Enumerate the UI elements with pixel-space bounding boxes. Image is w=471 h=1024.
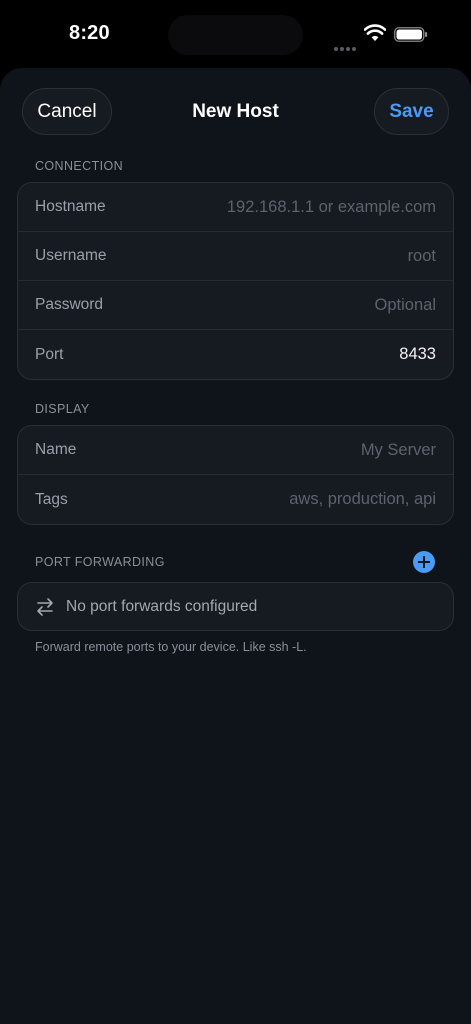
name-input[interactable]: My Server (361, 441, 436, 460)
hostname-input[interactable]: 192.168.1.1 or example.com (227, 198, 436, 217)
add-icon[interactable] (413, 551, 435, 573)
tags-label: Tags (35, 490, 68, 508)
save-button[interactable]: Save (374, 88, 449, 135)
port-forwarding-footnote: Forward remote ports to your device. Lik… (35, 640, 307, 654)
name-field[interactable]: Name My Server (18, 426, 453, 475)
port-forwarding-section-header: PORT FORWARDING (35, 555, 165, 569)
username-label: Username (35, 247, 107, 264)
status-time: 8:20 (69, 22, 110, 44)
cellular-signal-icon (334, 38, 358, 51)
hostname-label: Hostname (35, 198, 106, 215)
connection-section-header: CONNECTION (35, 159, 124, 173)
connection-card: Hostname 192.168.1.1 or example.com User… (17, 182, 454, 380)
port-forwarding-empty-card: No port forwards configured (17, 582, 454, 631)
dynamic-island (168, 15, 303, 55)
status-bar: 8:20 (0, 0, 471, 68)
password-field[interactable]: Password Optional (18, 281, 453, 330)
username-input[interactable]: root (408, 247, 436, 266)
password-input[interactable]: Optional (375, 296, 436, 315)
display-card: Name My Server Tags aws, production, api (17, 425, 454, 525)
name-label: Name (35, 441, 77, 458)
hostname-field[interactable]: Hostname 192.168.1.1 or example.com (18, 183, 453, 232)
port-label: Port (35, 345, 64, 363)
battery-icon (394, 27, 428, 42)
username-field[interactable]: Username root (18, 232, 453, 281)
port-field[interactable]: Port 8433 (18, 330, 453, 379)
port-input[interactable]: 8433 (399, 345, 436, 364)
wifi-icon (364, 24, 386, 41)
display-section-header: DISPLAY (35, 402, 90, 416)
swap-arrows-icon (37, 597, 53, 616)
password-label: Password (35, 296, 104, 313)
port-forwarding-empty-text: No port forwards configured (66, 597, 258, 615)
tags-input[interactable]: aws, production, api (289, 490, 436, 509)
tags-field[interactable]: Tags aws, production, api (18, 475, 453, 524)
